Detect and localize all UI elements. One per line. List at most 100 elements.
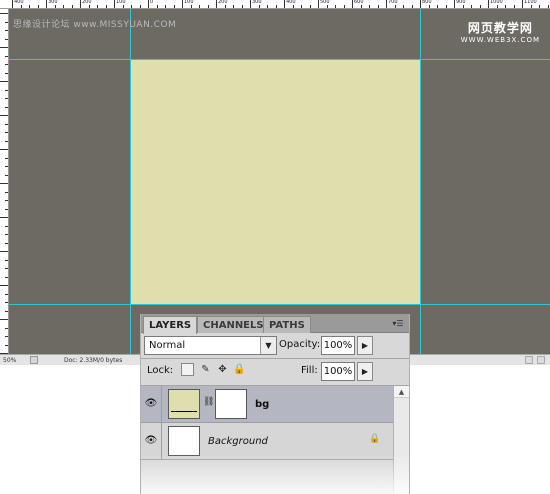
ruler-tick: [5, 200, 8, 201]
chevron-down-icon[interactable]: ▼: [260, 337, 276, 354]
ruler-tick: [5, 106, 8, 108]
opacity-field[interactable]: 100%: [321, 336, 355, 355]
divider: [141, 358, 409, 359]
ruler-minor-tick: [335, 5, 336, 8]
blend-mode-value: Normal: [149, 340, 186, 351]
ruler-minor-tick: [275, 5, 277, 8]
scroll-up-icon[interactable]: ▲: [394, 386, 409, 398]
ruler-tick: [5, 302, 8, 303]
layer-thumbnail[interactable]: [168, 389, 200, 419]
tab-paths[interactable]: PATHS: [263, 316, 311, 333]
ruler-label: 300: [252, 0, 262, 5]
ruler-minor-tick: [88, 5, 90, 8]
status-nav-button[interactable]: [30, 356, 38, 364]
tab-channels[interactable]: CHANNELS: [197, 316, 270, 333]
lock-transparent-pixels-icon[interactable]: [181, 363, 194, 376]
ruler-minor-tick: [54, 5, 56, 8]
ruler-minor-tick: [241, 5, 243, 8]
ruler-tick: [5, 30, 8, 31]
fill-label: Fill:: [301, 365, 318, 376]
ruler-minor-tick: [105, 5, 107, 8]
ruler-label: 200: [218, 0, 228, 5]
ruler-tick: [114, 0, 115, 8]
ruler-tick: [5, 123, 8, 125]
blend-mode-select[interactable]: Normal ▼: [144, 336, 277, 355]
scroll-left-button[interactable]: [525, 356, 533, 364]
ruler-minor-tick: [207, 5, 209, 8]
guide-vertical[interactable]: [420, 9, 421, 354]
ruler-label: 400: [286, 0, 296, 5]
lock-image-pixels-icon[interactable]: ✎: [199, 363, 212, 376]
ruler-tick: [5, 157, 8, 159]
ruler-tick: [0, 47, 8, 48]
ruler-minor-tick: [156, 5, 158, 8]
ruler-label: 100: [116, 0, 126, 5]
ruler-minor-tick: [224, 5, 226, 8]
ruler-minor-tick: [428, 5, 430, 8]
watermark-right-url: WWW.WEB3X.COM: [460, 36, 540, 44]
ruler-tick: [0, 319, 8, 320]
layer-row-bg[interactable]: 👁 ⛓ bg: [141, 386, 395, 423]
canvas-area[interactable]: 思缘设计论坛 www.MISSYUAN.COM 网页教学网 WWW.WEB3X.…: [9, 9, 550, 354]
ruler-minor-tick: [309, 5, 311, 8]
layer-mask-thumbnail[interactable]: [215, 389, 247, 419]
ruler-label: 300: [48, 0, 58, 5]
ruler-tick: [5, 166, 8, 167]
ruler-tick: [5, 225, 8, 227]
ruler-label: 200: [82, 0, 92, 5]
fill-slider-button[interactable]: ▶: [357, 362, 373, 381]
ruler-tick: [522, 0, 523, 8]
layer-name[interactable]: bg: [255, 399, 269, 410]
ruler-label: 100: [184, 0, 194, 5]
scroll-right-button[interactable]: [537, 356, 545, 364]
ruler-tick: [5, 293, 8, 295]
ruler-tick: [386, 0, 387, 8]
lock-position-icon[interactable]: ✥: [216, 363, 229, 376]
ruler-tick: [5, 140, 8, 142]
ruler-minor-tick: [530, 5, 532, 8]
ruler-minor-tick: [97, 5, 98, 8]
ruler-minor-tick: [233, 5, 234, 8]
document-info[interactable]: Doc: 2.33M/0 bytes: [64, 357, 122, 364]
ruler-label: 900: [456, 0, 466, 5]
ruler-minor-tick: [394, 5, 396, 8]
ruler-tick: [46, 0, 47, 8]
ruler-minor-tick: [139, 5, 141, 8]
guide-horizontal[interactable]: [9, 59, 550, 60]
layer-thumbnail[interactable]: [168, 426, 200, 456]
horizontal-ruler: 400 300 200 100 0 100 200 300 400 500 600 700 800 900…: [0, 0, 550, 9]
fill-field[interactable]: 100%: [321, 362, 355, 381]
watermark-right: 网页教学网 WWW.WEB3X.COM: [461, 19, 540, 44]
ruler-tick: [216, 0, 217, 8]
lock-label: Lock:: [147, 365, 174, 376]
zoom-level[interactable]: 50%: [3, 357, 16, 364]
ruler-tick: [5, 344, 8, 346]
eye-icon[interactable]: 👁: [141, 386, 162, 422]
ruler-minor-tick: [131, 5, 132, 8]
mask-link-icon[interactable]: ⛓: [203, 397, 214, 407]
ruler-minor-tick: [326, 5, 328, 8]
ruler-tick: [250, 0, 251, 8]
ruler-minor-tick: [505, 5, 506, 8]
ruler-minor-tick: [547, 5, 549, 8]
watermark-right-title: 网页教学网: [467, 21, 533, 35]
guide-vertical[interactable]: [130, 9, 131, 354]
ruler-tick: [0, 183, 8, 184]
tab-layers[interactable]: LAYERS: [143, 316, 198, 334]
ruler-minor-tick: [301, 5, 302, 8]
panel-menu-icon[interactable]: ▾☰: [391, 319, 405, 328]
lock-all-icon[interactable]: 🔒: [233, 363, 246, 376]
ruler-tick: [5, 310, 8, 312]
layer-name[interactable]: Background: [208, 436, 268, 447]
ruler-minor-tick: [411, 5, 413, 8]
ruler-label: 400: [14, 0, 24, 5]
ruler-label: 600: [354, 0, 364, 5]
guide-horizontal[interactable]: [9, 304, 550, 305]
ruler-minor-tick: [20, 5, 22, 8]
ruler-minor-tick: [437, 5, 438, 8]
ruler-tick: [5, 208, 8, 210]
ruler-minor-tick: [403, 5, 404, 8]
opacity-slider-button[interactable]: ▶: [357, 336, 373, 355]
ruler-minor-tick: [377, 5, 379, 8]
ruler-minor-tick: [479, 5, 481, 8]
